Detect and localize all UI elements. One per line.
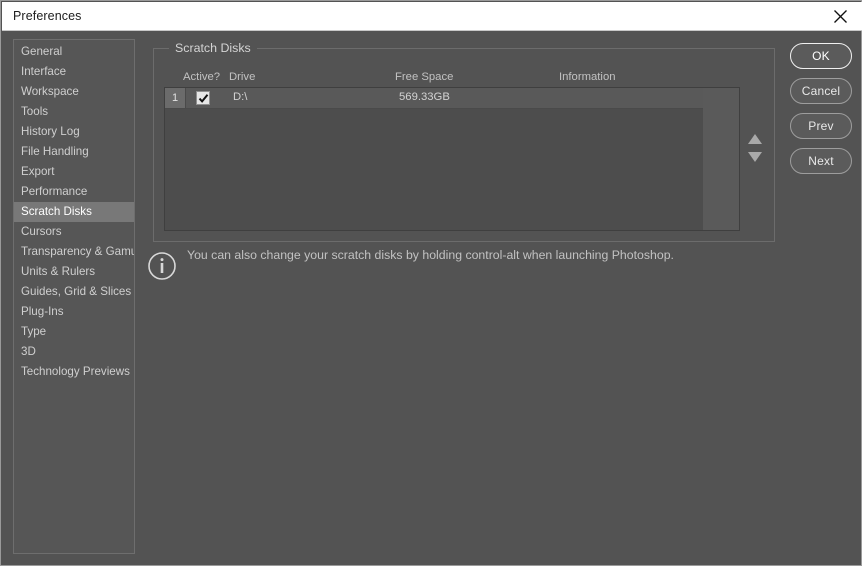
- checkmark-icon: [198, 93, 208, 103]
- sidebar-item-scratch-disks[interactable]: Scratch Disks: [14, 202, 134, 222]
- sidebar-item-performance[interactable]: Performance: [14, 182, 134, 202]
- scratch-disks-table-header: Active? Drive Free Space Information: [164, 71, 764, 87]
- sidebar-item-3d[interactable]: 3D: [14, 342, 134, 362]
- column-header-active: Active?: [183, 71, 221, 83]
- info-note: You can also change your scratch disks b…: [147, 247, 707, 289]
- scratch-disks-group-title: Scratch Disks: [169, 41, 257, 55]
- preferences-category-list[interactable]: General Interface Workspace Tools Histor…: [13, 39, 135, 554]
- sidebar-item-cursors[interactable]: Cursors: [14, 222, 134, 242]
- row-number: 1: [165, 88, 186, 108]
- sidebar-item-general[interactable]: General: [14, 42, 134, 62]
- scratch-disk-order-controls[interactable]: [747, 133, 765, 173]
- sidebar-item-guides-grid-slices[interactable]: Guides, Grid & Slices: [14, 282, 134, 302]
- sidebar-item-file-handling[interactable]: File Handling: [14, 142, 134, 162]
- title-bar: Preferences: [2, 2, 862, 31]
- sidebar-item-technology-previews[interactable]: Technology Previews: [14, 362, 134, 382]
- column-header-drive: Drive: [229, 71, 256, 83]
- sidebar-item-transparency-gamut[interactable]: Transparency & Gamut: [14, 242, 134, 262]
- arrow-down-icon[interactable]: [747, 151, 763, 163]
- info-note-text: You can also change your scratch disks b…: [187, 248, 674, 262]
- table-scrollbar-track[interactable]: [703, 87, 740, 231]
- info-icon: [148, 252, 176, 280]
- row-active-checkbox[interactable]: [196, 91, 210, 105]
- arrow-up-icon[interactable]: [747, 133, 763, 145]
- close-button[interactable]: [818, 2, 862, 30]
- preferences-dialog: Preferences General Interface Workspace …: [0, 0, 862, 566]
- table-row[interactable]: 1 D:\ 569.33GB: [165, 88, 740, 109]
- cancel-button[interactable]: Cancel: [790, 78, 852, 104]
- prev-button[interactable]: Prev: [790, 113, 852, 139]
- column-header-information: Information: [559, 71, 616, 83]
- close-icon: [833, 9, 847, 23]
- sidebar-item-units-rulers[interactable]: Units & Rulers: [14, 262, 134, 282]
- row-drive: D:\: [233, 91, 248, 103]
- sidebar-item-history-log[interactable]: History Log: [14, 122, 134, 142]
- sidebar-item-tools[interactable]: Tools: [14, 102, 134, 122]
- row-free-space: 569.33GB: [399, 91, 450, 103]
- sidebar-item-type[interactable]: Type: [14, 322, 134, 342]
- sidebar-item-interface[interactable]: Interface: [14, 62, 134, 82]
- scratch-disks-table-body[interactable]: 1 D:\ 569.33GB: [164, 87, 740, 231]
- column-header-free-space: Free Space: [395, 71, 454, 83]
- ok-button[interactable]: OK: [790, 43, 852, 69]
- sidebar-item-export[interactable]: Export: [14, 162, 134, 182]
- sidebar-item-workspace[interactable]: Workspace: [14, 82, 134, 102]
- window-title: Preferences: [13, 9, 82, 23]
- sidebar-item-plug-ins[interactable]: Plug-Ins: [14, 302, 134, 322]
- next-button[interactable]: Next: [790, 148, 852, 174]
